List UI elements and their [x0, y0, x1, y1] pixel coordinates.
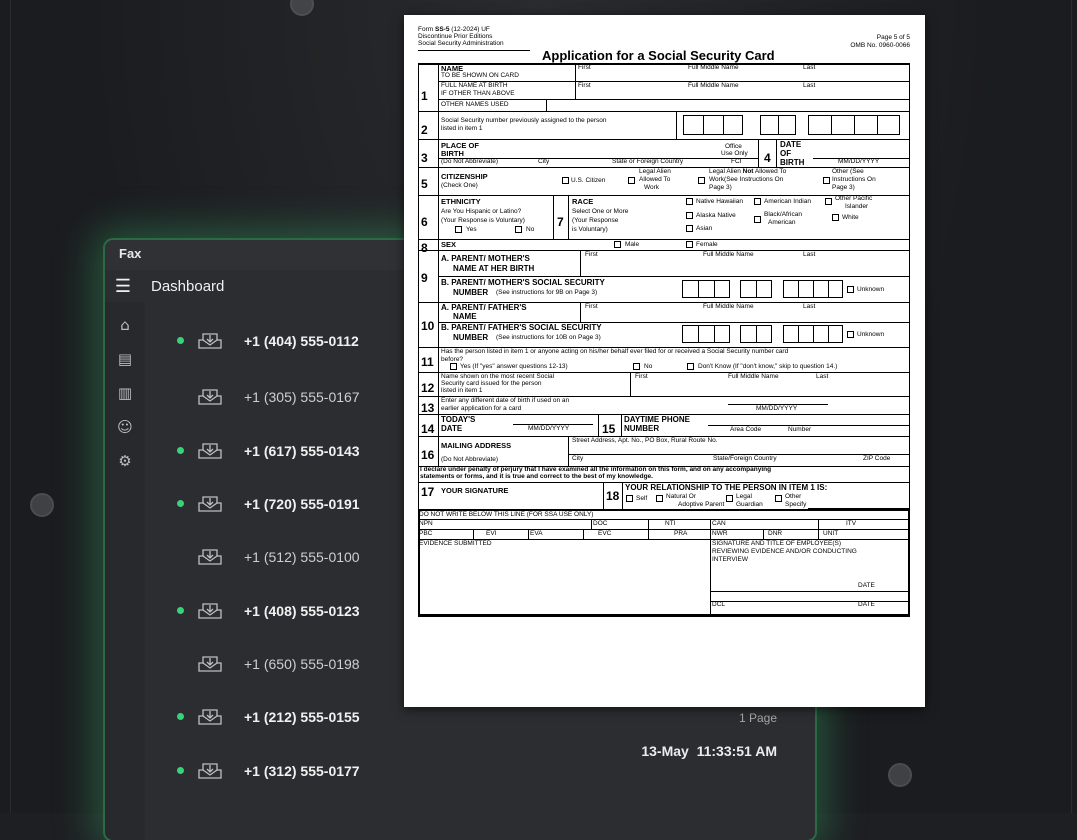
nav-rail: ⌂ ▤ ▥ ☺ ⚙	[105, 302, 145, 840]
fax-row[interactable]: +1 (312) 555-0177 13-May 11:33:51 AM	[145, 743, 815, 799]
fax-icon[interactable]: ▤	[105, 342, 145, 376]
incoming-fax-icon	[197, 494, 223, 512]
incoming-fax-icon	[197, 654, 223, 672]
omb-number: OMB No. 0960-0066	[850, 42, 910, 49]
fax-time: 11:33:51 AM	[696, 743, 777, 759]
fax-document-preview: Form SS-5 (12-2024) UF Discontinue Prior…	[404, 15, 925, 707]
fax-timestamp: 13-May 11:33:51 AM	[641, 743, 777, 759]
unread-dot	[177, 607, 184, 614]
unread-dot	[177, 713, 184, 720]
fax-sender-number: +1 (312) 555-0177	[244, 763, 360, 779]
menu-icon[interactable]: ☰	[105, 276, 141, 297]
unread-dot	[177, 767, 184, 774]
inbox-icon[interactable]: ▥	[105, 376, 145, 410]
form-outer-border	[418, 63, 910, 510]
fax-sender-number: +1 (512) 555-0100	[244, 549, 360, 565]
fax-sender-number: +1 (720) 555-0191	[244, 496, 360, 512]
fax-sender-number: +1 (650) 555-0198	[244, 656, 360, 672]
incoming-fax-icon	[197, 547, 223, 565]
page-number: Page 5 of 5	[876, 34, 910, 41]
incoming-fax-icon	[197, 761, 223, 779]
fax-page-count: 1 Page	[738, 711, 777, 725]
fax-sender-number: +1 (408) 555-0123	[244, 603, 360, 619]
home-icon[interactable]: ⌂	[105, 308, 145, 342]
fax-sender-number: +1 (305) 555-0167	[244, 389, 360, 405]
incoming-fax-icon	[197, 601, 223, 619]
fax-sender-number: +1 (404) 555-0112	[244, 333, 359, 349]
incoming-fax-icon	[197, 331, 223, 349]
fax-date: 13-May	[641, 743, 689, 759]
fax-sender-number: +1 (212) 555-0155	[244, 709, 360, 725]
incoming-fax-icon	[197, 387, 223, 405]
background-orb	[30, 493, 54, 517]
unread-dot	[177, 337, 184, 344]
page-title: Dashboard	[151, 277, 225, 295]
background-orb	[888, 763, 912, 787]
ssa-use-box	[418, 509, 910, 616]
form-agency: Social Security Administration	[418, 40, 504, 47]
unread-dot	[177, 447, 184, 454]
contacts-icon[interactable]: ☺	[105, 410, 145, 444]
form-title: Application for a Social Security Card	[542, 48, 775, 63]
incoming-fax-icon	[197, 441, 223, 459]
fax-sender-number: +1 (617) 555-0143	[244, 443, 360, 459]
unread-dot	[177, 500, 184, 507]
incoming-fax-icon	[197, 707, 223, 725]
rule	[418, 50, 530, 51]
settings-icon[interactable]: ⚙	[105, 444, 145, 478]
